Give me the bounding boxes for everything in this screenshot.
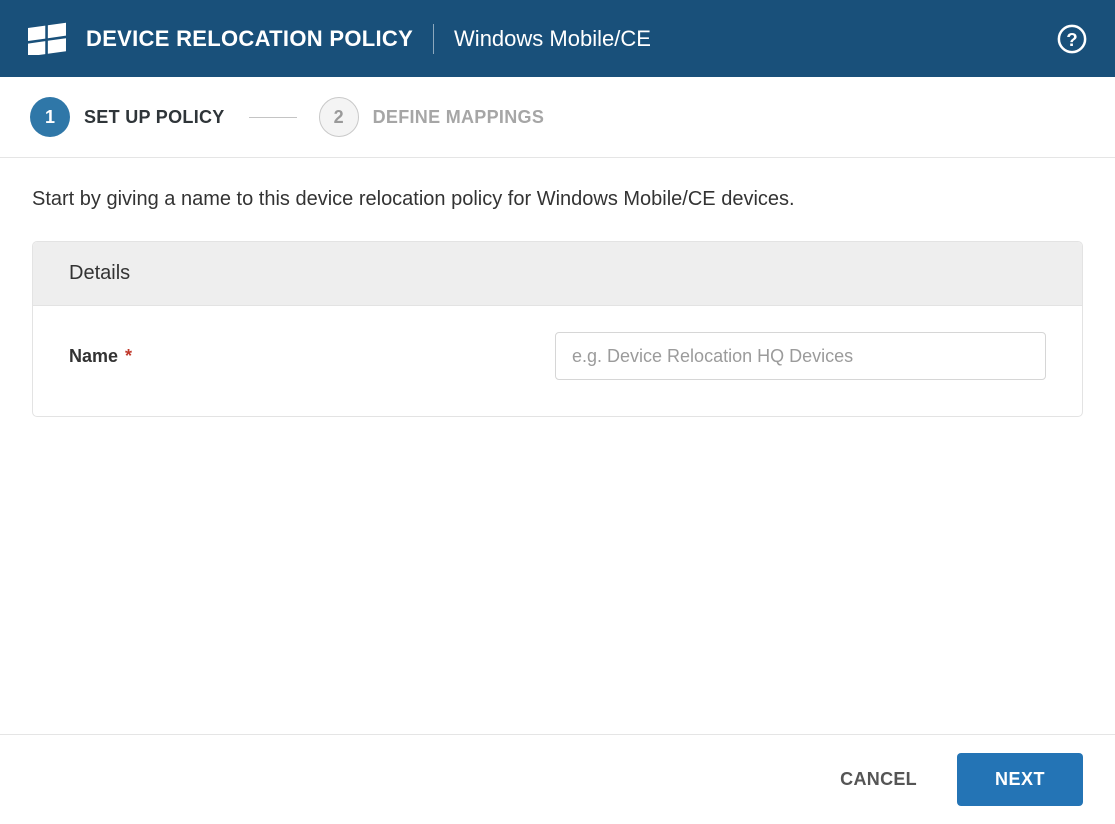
windows-logo-icon (28, 22, 66, 56)
next-button[interactable]: NEXT (957, 753, 1083, 806)
intro-text: Start by giving a name to this device re… (32, 188, 1083, 211)
name-input[interactable] (555, 332, 1046, 380)
cancel-button[interactable]: CANCEL (840, 769, 917, 790)
main-content: Start by giving a name to this device re… (0, 158, 1115, 734)
required-asterisk: * (125, 346, 132, 366)
step-setup-policy[interactable]: 1 SET UP POLICY (30, 97, 225, 137)
header-divider (433, 24, 434, 54)
wizard-footer: CANCEL NEXT (0, 734, 1115, 824)
details-panel: Details Name * (32, 241, 1083, 417)
help-button[interactable]: ? (1057, 24, 1087, 54)
help-icon: ? (1057, 24, 1087, 54)
label-text: Name (69, 346, 118, 366)
panel-body: Name * (33, 306, 1082, 416)
svg-text:?: ? (1066, 28, 1077, 49)
step-connector (249, 117, 297, 118)
step-label: SET UP POLICY (84, 107, 225, 128)
step-number: 2 (319, 97, 359, 137)
wizard-stepper: 1 SET UP POLICY 2 DEFINE MAPPINGS (0, 77, 1115, 158)
name-field-label: Name * (69, 346, 555, 367)
page-subtitle: Windows Mobile/CE (454, 26, 651, 52)
app-header: DEVICE RELOCATION POLICY Windows Mobile/… (0, 0, 1115, 77)
page-title: DEVICE RELOCATION POLICY (86, 26, 413, 52)
panel-title: Details (33, 242, 1082, 306)
step-number: 1 (30, 97, 70, 137)
step-label: DEFINE MAPPINGS (373, 107, 545, 128)
step-define-mappings[interactable]: 2 DEFINE MAPPINGS (319, 97, 545, 137)
